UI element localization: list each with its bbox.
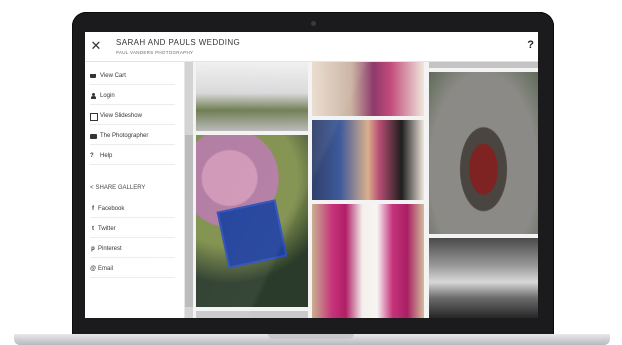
camera-icon: [90, 133, 97, 140]
sidebar-item-help[interactable]: ? Help: [90, 148, 175, 165]
laptop-base-notch: [268, 334, 354, 339]
webcam: [311, 21, 316, 26]
sidebar-item-label: Help: [100, 153, 113, 159]
sidebar-item-view-slideshow[interactable]: View Slideshow: [90, 108, 175, 125]
gallery-header: ✕ SARAH AND PAULS WEDDING PAUL VANDERS P…: [85, 32, 538, 62]
sidebar-item-view-cart[interactable]: View Cart: [90, 68, 175, 85]
share-gallery-heading: < SHARE GALLERY: [90, 185, 146, 191]
pinterest-icon: p: [91, 246, 95, 252]
bride-with-bridesmaids-photo[interactable]: [312, 204, 424, 318]
partial-photo-bottom[interactable]: [196, 311, 308, 318]
gallery-subtitle: PAUL VANDERS PHOTOGRAPHY: [116, 50, 194, 55]
cart-icon: [90, 73, 97, 80]
share-pinterest[interactable]: p Pinterest: [90, 241, 175, 258]
sidebar-item-label: View Cart: [100, 73, 126, 79]
share-facebook[interactable]: f Facebook: [90, 201, 175, 218]
bride-getting-ready-photo[interactable]: [312, 120, 424, 200]
slideshow-icon: [90, 112, 98, 121]
help-icon[interactable]: ?: [527, 39, 534, 51]
sidebar-item-login[interactable]: Login: [90, 88, 175, 105]
question-icon: ?: [90, 152, 94, 159]
twitter-icon: t: [92, 226, 94, 232]
user-icon: [90, 92, 97, 100]
partial-photo-left-lower[interactable]: [185, 135, 193, 307]
share-twitter[interactable]: t Twitter: [90, 221, 175, 238]
share-icon: <: [90, 185, 94, 191]
sidebar-menu: View Cart Login View Slideshow The Photo…: [85, 62, 185, 318]
earrings-box-photo[interactable]: [196, 135, 308, 307]
bouquet-photo[interactable]: [196, 62, 308, 131]
sidebar-item-label: Login: [100, 93, 115, 99]
sidebar-item-label: The Photographer: [100, 133, 149, 139]
bridesmaids-makeup-photo[interactable]: [312, 62, 424, 116]
church-interior-bw-photo[interactable]: [429, 238, 538, 318]
sidebar-item-label: View Slideshow: [100, 113, 142, 119]
screen: ✕ SARAH AND PAULS WEDDING PAUL VANDERS P…: [85, 32, 538, 318]
close-icon[interactable]: ✕: [89, 39, 103, 53]
sidebar-item-the-photographer[interactable]: The Photographer: [90, 128, 175, 145]
facebook-icon: f: [92, 206, 94, 212]
email-icon: @: [90, 266, 96, 272]
jewelry-box: [216, 199, 288, 269]
share-email[interactable]: @ Email: [90, 261, 175, 278]
partial-photo-top-right[interactable]: [429, 62, 538, 68]
gallery-title: SARAH AND PAULS WEDDING: [116, 38, 241, 47]
church-doorway-photo[interactable]: [429, 72, 538, 234]
